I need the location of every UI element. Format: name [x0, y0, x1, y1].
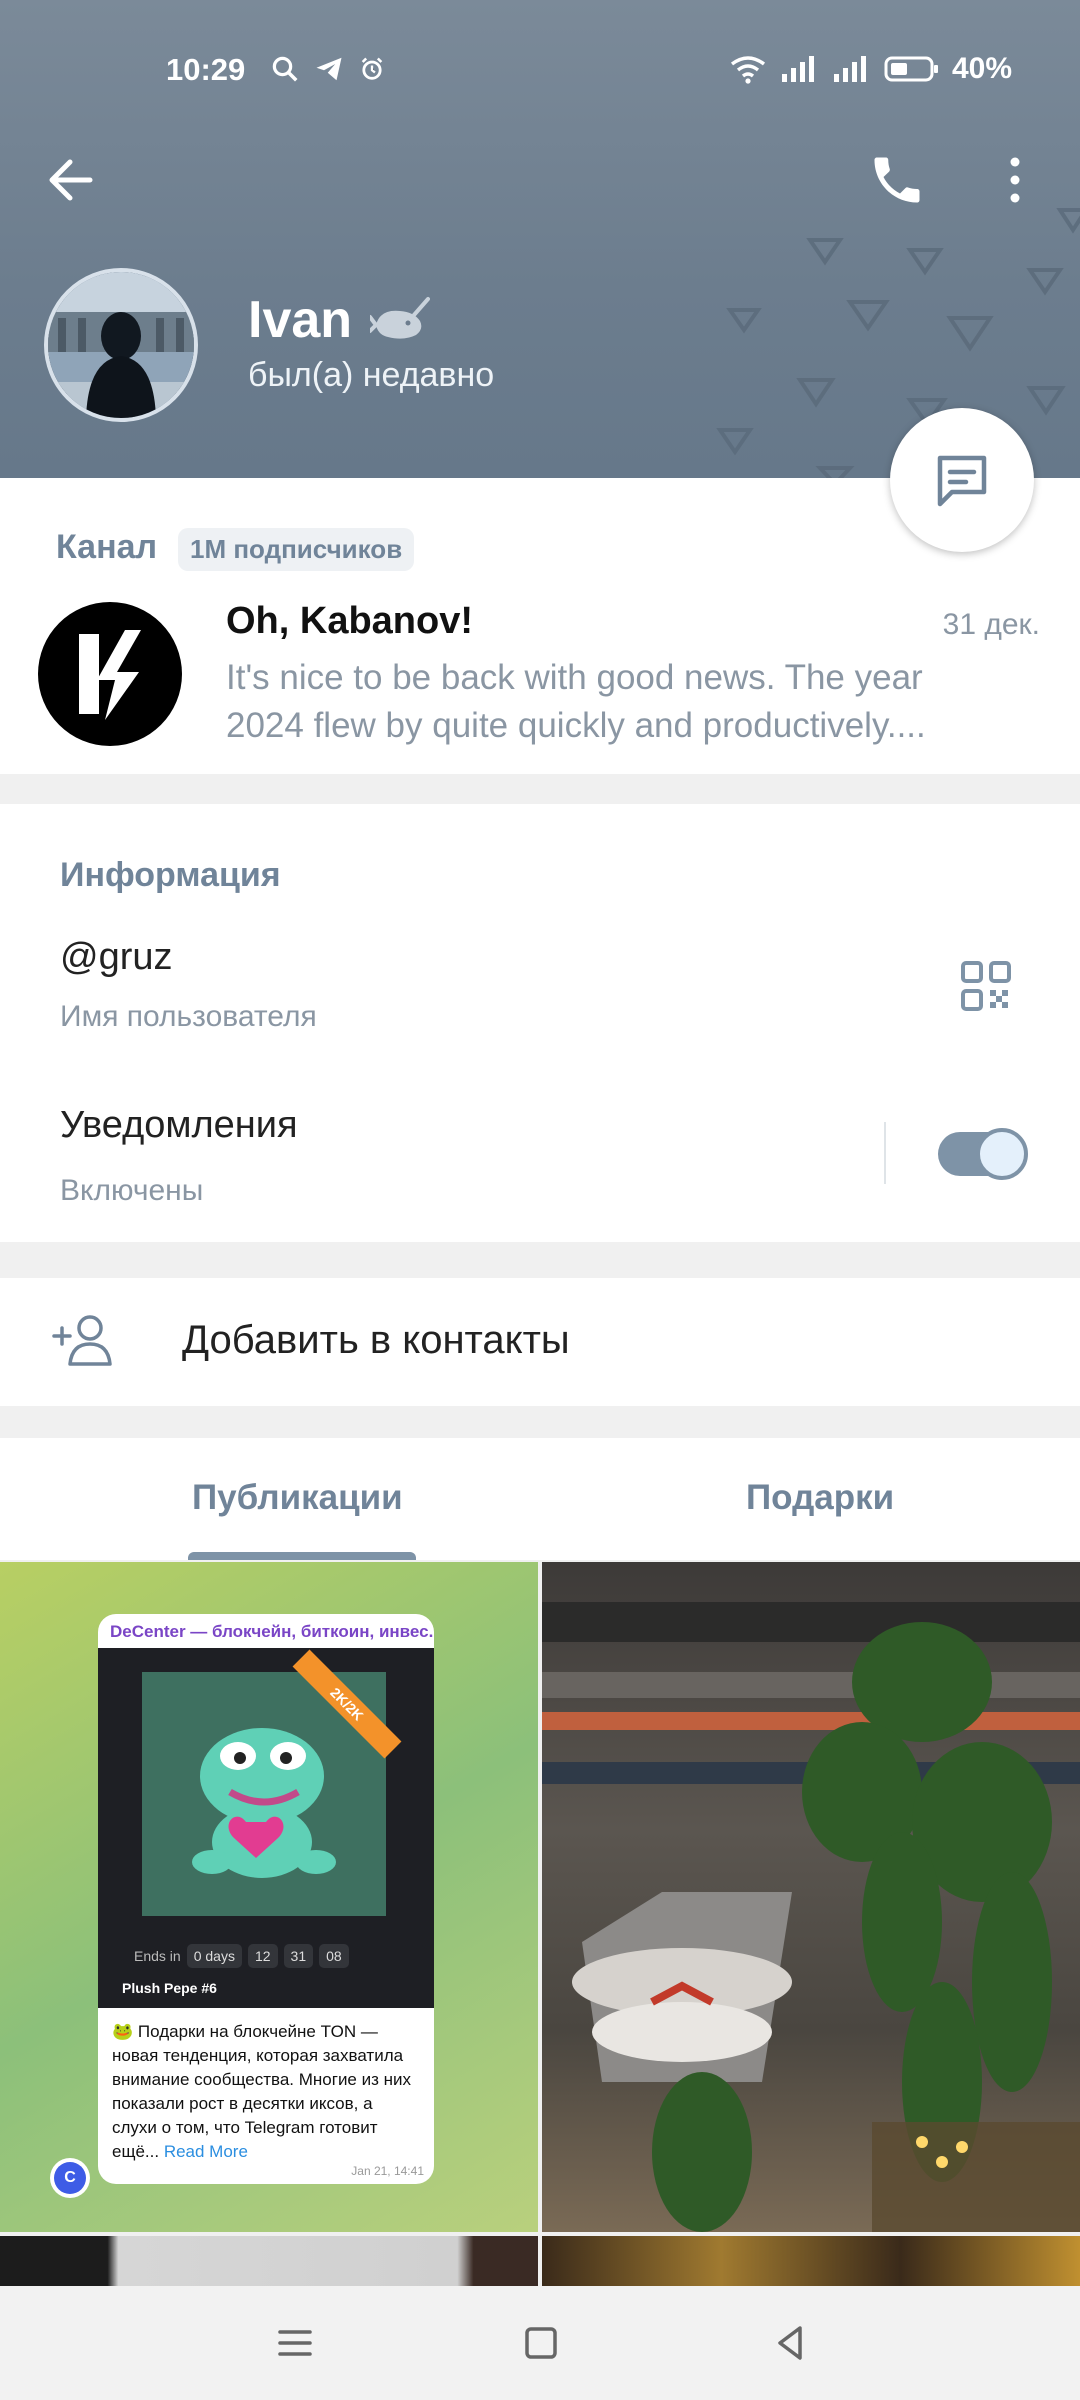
status-bar: 10:29 40%	[0, 0, 1080, 140]
avatar-image	[48, 272, 194, 418]
username[interactable]: @gruz	[60, 936, 173, 979]
channel-message-line-1: It's nice to be back with good news. The…	[226, 658, 923, 697]
story-tile[interactable]	[542, 1562, 1080, 2232]
channel-last-message: It's nice to be back with good news. The…	[226, 654, 1046, 750]
story-tile[interactable]	[542, 2236, 1080, 2286]
post-media: 2K/2K Ends in 0 days 12 31 08	[98, 1648, 434, 2008]
wifi-icon	[730, 56, 766, 84]
notifications-title[interactable]: Уведомления	[60, 1104, 298, 1147]
add-contact-label: Добавить в контакты	[182, 1318, 570, 1362]
channel-logo-icon	[79, 630, 141, 720]
battery-icon	[884, 56, 938, 82]
avatar[interactable]	[44, 268, 198, 422]
post-body: 🐸 Подарки на блокчейне TON — новая тенде…	[112, 2022, 412, 2161]
gift-preview: 2K/2K	[142, 1649, 402, 1916]
tab-gifts[interactable]: Подарки	[746, 1478, 894, 1518]
narwhal-emoji-status-icon[interactable]	[370, 295, 431, 345]
channel-message-line-2: 2024 flew by quite quickly and productiv…	[226, 706, 926, 745]
qr-code-icon[interactable]	[960, 960, 1012, 1012]
username-label: Имя пользователя	[60, 1000, 317, 1033]
battery-percent: 40%	[951, 52, 1012, 85]
add-user-icon	[52, 1315, 112, 1366]
channel-name: Oh, Kabanov!	[226, 600, 474, 642]
back-arrow-icon[interactable]	[40, 150, 110, 210]
phone-icon[interactable]	[862, 150, 932, 210]
divider	[884, 1122, 886, 1184]
info-title: Информация	[60, 856, 281, 894]
timer-seconds: 08	[319, 1944, 349, 1968]
story-tile[interactable]	[0, 2236, 538, 2286]
alarm-icon	[361, 57, 383, 80]
notifications-value: Включены	[60, 1174, 204, 1207]
channel-avatar	[38, 602, 182, 746]
channel-post-date: 31 дек.	[942, 608, 1040, 641]
timer-days: 0 days	[186, 1944, 242, 1968]
status-icons-right: 40%	[728, 52, 1012, 86]
read-more-link: Read More	[163, 2142, 248, 2161]
post-preview: DeCenter — блокчейн, биткоин, инвес... 2…	[98, 1614, 434, 2184]
timer-minutes: 31	[283, 1944, 314, 1968]
add-contact-row[interactable]: Добавить в контакты	[0, 1278, 1080, 1406]
telegram-icon	[316, 57, 342, 81]
tab-indicator	[188, 1552, 416, 1560]
media-tabs: Публикации Подарки	[0, 1438, 1080, 1560]
ends-in-label: Ends in	[134, 1948, 181, 1964]
profile-header: 10:29 40% Ivan был(а) недавно	[0, 0, 1080, 478]
message-button[interactable]	[890, 408, 1034, 552]
search-icon	[272, 56, 298, 82]
profile-name-text: Ivan	[248, 291, 353, 349]
home-icon[interactable]	[516, 2318, 566, 2368]
subscribers-badge: 1M подписчиков	[178, 528, 415, 571]
timer-hours: 12	[247, 1944, 278, 1968]
restaurant-photo	[542, 1602, 1080, 2232]
auction-timer: Ends in 0 days 12 31 08	[134, 1944, 349, 1968]
tab-publications[interactable]: Публикации	[192, 1478, 403, 1518]
channel-label: Канал	[56, 528, 158, 566]
signal-icon-2	[833, 56, 866, 82]
post-date: Jan 21, 14:41	[351, 2164, 424, 2178]
story-tile[interactable]: DeCenter — блокчейн, биткоин, инвес... 2…	[0, 1562, 538, 2232]
more-vertical-icon[interactable]	[990, 150, 1040, 210]
decenter-badge-letter: C	[54, 2162, 86, 2194]
info-section: Информация @gruz Имя пользователя Уведом…	[0, 804, 1080, 1242]
back-nav-icon[interactable]	[766, 2318, 816, 2368]
notifications-toggle[interactable]	[938, 1128, 1028, 1180]
toggle-knob	[976, 1128, 1028, 1180]
decenter-badge: C	[50, 2158, 90, 2198]
message-icon	[937, 455, 987, 507]
gift-name: Plush Pepe #6	[122, 1980, 217, 1996]
post-text: 🐸 Подарки на блокчейне TON — новая тенде…	[112, 2020, 422, 2164]
signal-icon	[781, 56, 814, 82]
profile-name: Ivan	[248, 290, 431, 350]
status-time: 10:29	[166, 52, 246, 87]
system-nav-bar	[0, 2286, 1080, 2400]
menu-icon[interactable]	[270, 2318, 320, 2368]
status-icons-left	[270, 54, 386, 84]
last-seen-status: был(а) недавно	[248, 356, 495, 394]
post-channel-name: DeCenter — блокчейн, биткоин, инвес...	[110, 1622, 434, 1641]
